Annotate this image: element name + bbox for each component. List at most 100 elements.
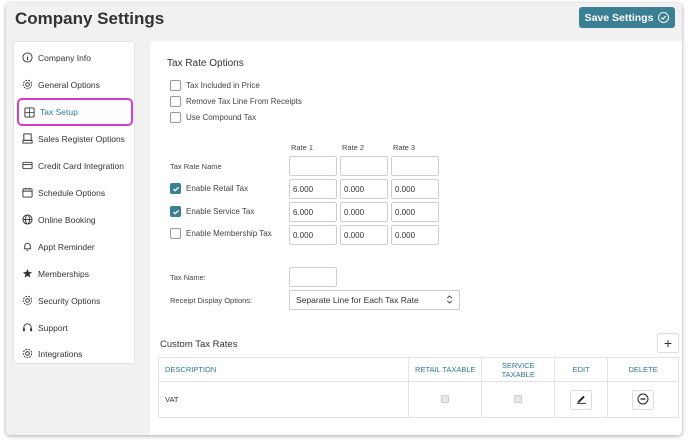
section-title: Tax Rate Options	[167, 58, 244, 69]
table-row: VAT	[157, 381, 679, 418]
rate-1-header: Rate 1	[291, 143, 314, 152]
tax-rate-name-label: Tax Rate Name	[170, 162, 222, 171]
option-label: Enable Membership Tax	[186, 229, 272, 238]
rate-2-name-input[interactable]	[340, 156, 388, 176]
option-label: Enable Retail Tax	[186, 184, 249, 193]
star-icon	[22, 268, 33, 279]
sidebar-item-security-options[interactable]: Security Options	[17, 289, 133, 312]
col-delete: DELETE	[607, 357, 679, 382]
sidebar-item-integrations[interactable]: Integrations	[17, 342, 133, 365]
tax-setup-panel: Tax Rate Options Tax Included in Price R…	[150, 41, 682, 435]
receipt-display-select[interactable]: Separate Line for Each Tax Rate	[289, 290, 460, 310]
enable-service-tax[interactable]: Enable Service Tax	[170, 206, 254, 217]
sidebar-item-memberships[interactable]: Memberships	[17, 262, 133, 285]
tax-name-input[interactable]	[289, 267, 337, 287]
service-rate-3-input[interactable]: 0.000	[391, 202, 439, 222]
custom-tax-table: DESCRIPTION RETAIL TAXABLE SERVICE TAXAB…	[157, 357, 679, 418]
sidebar-item-label: Support	[38, 322, 68, 333]
sidebar-item-label: Credit Card Integration	[38, 160, 124, 171]
globe-icon	[22, 214, 33, 225]
col-description: DESCRIPTION	[157, 357, 410, 382]
retail-rate-3-input[interactable]: 0.000	[391, 179, 439, 199]
minus-circle-icon	[637, 393, 649, 407]
info-icon	[22, 52, 33, 63]
retail-taxable-checkbox	[441, 394, 450, 403]
bell-icon	[22, 241, 33, 252]
option-label: Remove Tax Line From Receipts	[186, 97, 302, 106]
pencil-icon	[576, 393, 587, 406]
sidebar-item-label: Sales Register Options	[38, 133, 125, 144]
tax-name-label: Tax Name:	[170, 273, 206, 282]
checkbox[interactable]	[170, 96, 181, 107]
headset-icon	[22, 322, 33, 333]
col-retail-taxable: RETAIL TAXABLE	[408, 357, 483, 382]
sidebar-item-label: Appt Reminder	[38, 241, 95, 252]
rate-2-header: Rate 2	[342, 143, 365, 152]
gear-icon	[22, 295, 33, 306]
sidebar-item-label: Tax Setup	[40, 107, 78, 117]
service-taxable-checkbox	[514, 394, 523, 403]
chevron-updown-icon	[446, 294, 453, 306]
gear-icon	[22, 348, 33, 359]
sidebar-item-label: Security Options	[38, 295, 101, 306]
receipt-display-label: Receipt Display Options:	[170, 296, 253, 305]
checkbox-checked[interactable]	[170, 206, 181, 217]
sidebar-item-schedule-options[interactable]: Schedule Options	[17, 181, 133, 204]
sidebar-item-credit-card-integration[interactable]: Credit Card Integration	[17, 154, 133, 177]
sidebar-item-appt-reminder[interactable]: Appt Reminder	[17, 235, 133, 258]
membership-rate-3-input[interactable]: 0.000	[391, 225, 439, 245]
service-rate-2-input[interactable]: 0.000	[340, 202, 388, 222]
sidebar-item-online-booking[interactable]: Online Booking	[17, 208, 133, 231]
sidebar-item-label: General Options	[38, 79, 100, 90]
credit-card-icon	[22, 160, 33, 171]
option-label: Enable Service Tax	[186, 207, 255, 216]
register-icon	[22, 133, 33, 144]
option-label: Use Compound Tax	[186, 113, 257, 122]
retail-rate-1-input[interactable]: 6.000	[289, 179, 337, 199]
sidebar-item-label: Online Booking	[38, 214, 96, 225]
membership-rate-1-input[interactable]: 0.000	[289, 225, 337, 245]
save-settings-button[interactable]: Save Settings	[579, 7, 675, 28]
save-settings-label: Save Settings	[584, 11, 654, 24]
add-custom-tax-button[interactable]: +	[657, 333, 679, 353]
rate-3-header: Rate 3	[393, 143, 416, 152]
sidebar-item-tax-setup[interactable]: Tax Setup	[17, 98, 133, 126]
enable-membership-tax[interactable]: Enable Membership Tax	[170, 228, 272, 239]
rate-1-name-input[interactable]	[289, 156, 337, 176]
gear-icon	[22, 79, 33, 90]
sidebar-item-label: Schedule Options	[38, 187, 106, 198]
sidebar-item-label: Company Info	[38, 52, 91, 63]
edit-button[interactable]	[570, 389, 593, 410]
option-label: Tax Included in Price	[186, 81, 260, 90]
option-compound-tax[interactable]: Use Compound Tax	[170, 112, 256, 123]
calendar-icon	[22, 187, 33, 198]
receipt-display-value: Separate Line for Each Tax Rate	[296, 295, 419, 305]
col-service-taxable: SERVICE TAXABLE	[481, 357, 556, 382]
delete-button[interactable]	[632, 389, 655, 410]
enable-retail-tax[interactable]: Enable Retail Tax	[170, 183, 248, 194]
option-tax-included[interactable]: Tax Included in Price	[170, 80, 260, 91]
check-circle-icon	[658, 12, 670, 23]
checkbox[interactable]	[170, 80, 181, 91]
sidebar-item-general-options[interactable]: General Options	[17, 73, 133, 96]
sidebar-item-support[interactable]: Support	[17, 316, 133, 339]
option-remove-tax-line[interactable]: Remove Tax Line From Receipts	[170, 96, 302, 107]
sidebar-item-label: Integrations	[38, 348, 83, 359]
service-rate-1-input[interactable]: 6.000	[289, 202, 337, 222]
sidebar-item-label: Memberships	[38, 268, 90, 279]
membership-rate-2-input[interactable]: 0.000	[340, 225, 388, 245]
rate-3-name-input[interactable]	[391, 156, 439, 176]
page-title: Company Settings	[15, 9, 165, 28]
retail-rate-2-input[interactable]: 0.000	[340, 179, 388, 199]
sidebar-item-company-info[interactable]: Company Info	[17, 46, 133, 69]
custom-tax-rates-title: Custom Tax Rates	[160, 339, 238, 350]
checkbox[interactable]	[170, 112, 181, 123]
app-window: Company Settings Save Settings Company I…	[6, 3, 682, 435]
settings-sidebar: Company Info General Options Tax Setup S…	[13, 41, 135, 364]
checkbox[interactable]	[170, 228, 181, 239]
col-edit: EDIT	[554, 357, 609, 382]
sidebar-item-sales-register-options[interactable]: Sales Register Options	[17, 127, 133, 150]
row-description: VAT	[157, 381, 410, 418]
checkbox-checked[interactable]	[170, 183, 181, 194]
calculator-icon	[24, 106, 35, 118]
